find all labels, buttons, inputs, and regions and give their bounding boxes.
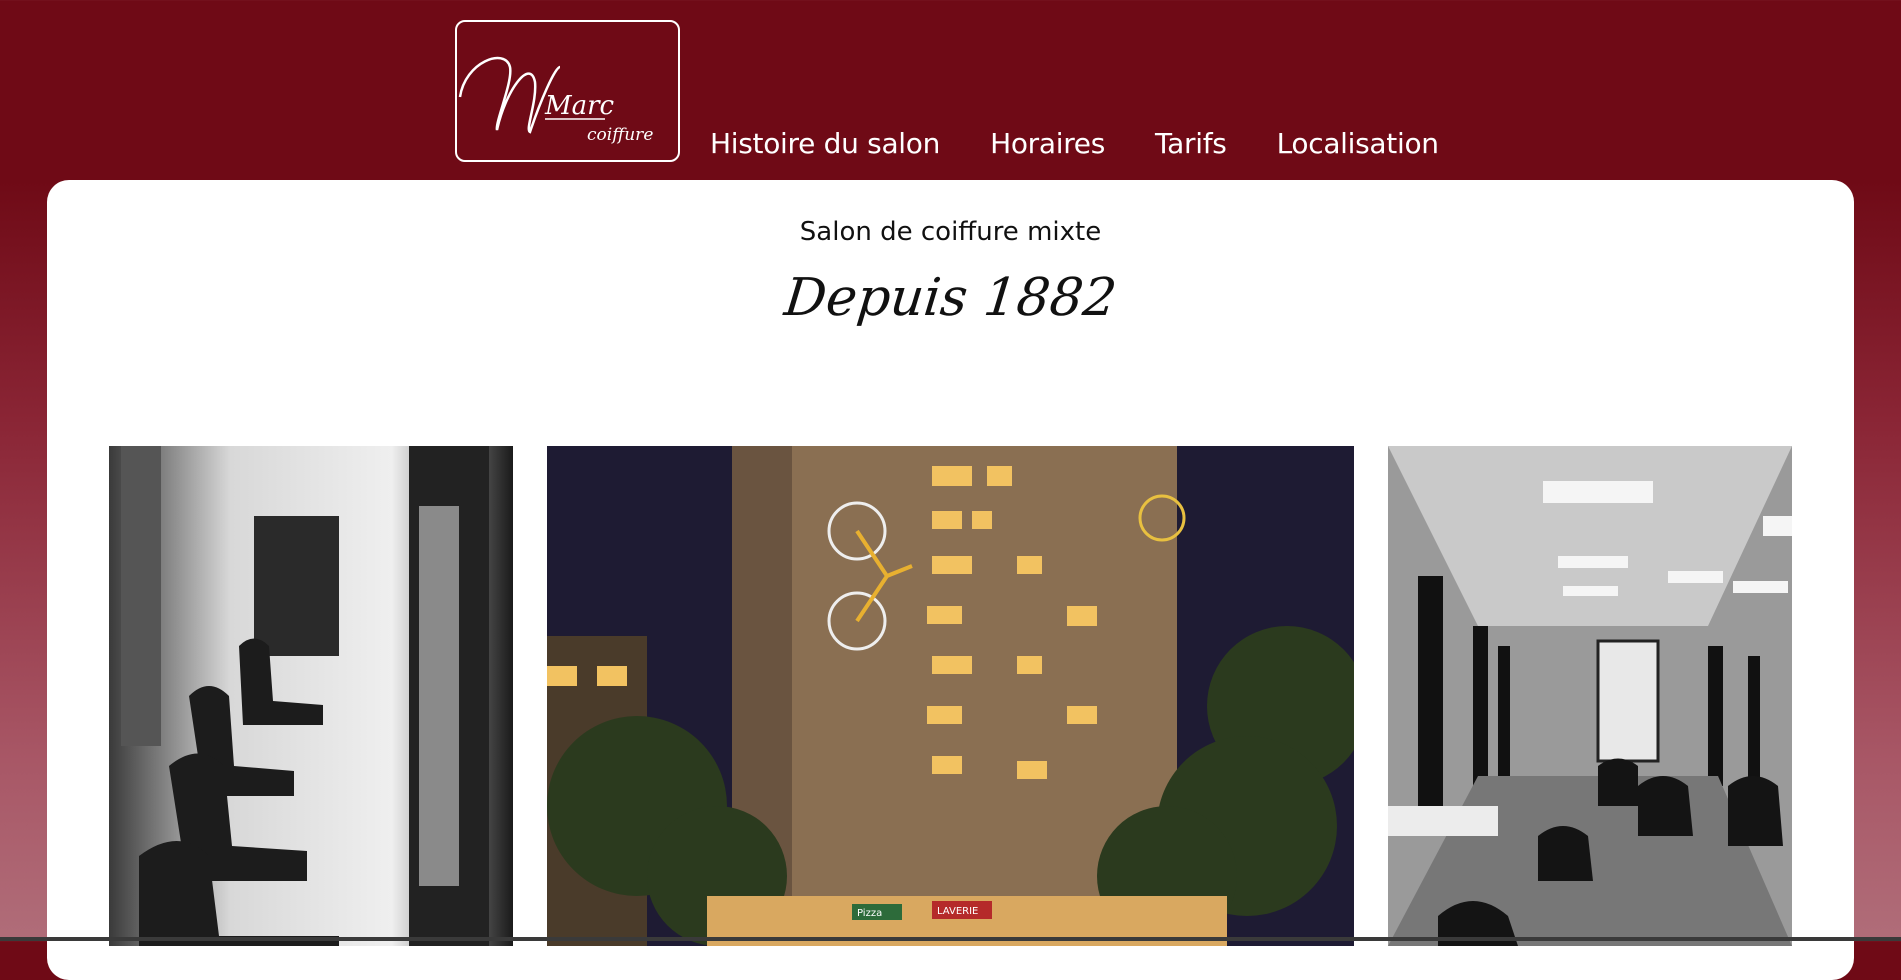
logo-sub-text: coiffure [587,125,653,145]
salon-interior-vintage-photo-icon [109,446,513,946]
nav-item-tarifs[interactable]: Tarifs [1155,127,1227,160]
nav-item-histoire[interactable]: Histoire du salon [710,127,940,160]
content-card: Salon de coiffure mixte Depuis 1882 LAVE… [47,180,1854,980]
nav-item-localisation[interactable]: Localisation [1277,127,1439,160]
gallery-photo-vintage-salon[interactable] [109,446,513,946]
bottom-edge [0,937,1901,941]
building-night-photo-icon: LAVERIE Pizza [547,446,1354,946]
nav-item-horaires[interactable]: Horaires [990,127,1105,160]
shop-sign-laverie: LAVERIE [937,906,978,917]
salon-interior-modern-photo-icon [1388,446,1792,946]
logo[interactable]: Marc coiffure [455,20,680,162]
gallery-photo-modern-salon[interactable] [1388,446,1792,946]
page-subtitle: Salon de coiffure mixte [799,217,1102,247]
logo-script-text: Marc [544,91,615,121]
logo-mark: Marc coiffure [458,56,653,145]
shop-sign-pizza: Pizza [857,908,882,919]
page-tagline: Depuis 1882 [781,268,1120,328]
gallery-photo-building-night[interactable]: LAVERIE Pizza [547,446,1354,946]
main-nav: Histoire du salon Horaires Tarifs Locali… [710,127,1489,160]
site-header: Marc coiffure Histoire du salon Horaires… [0,0,1901,180]
